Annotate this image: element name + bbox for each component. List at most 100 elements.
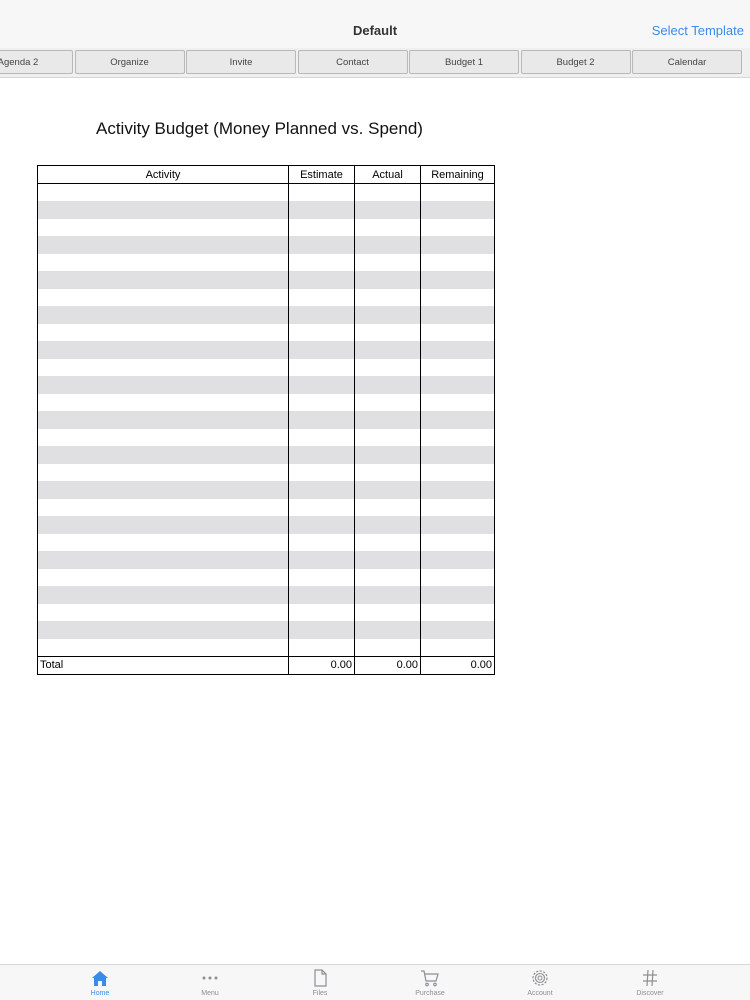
- estimate-cell[interactable]: [288, 376, 355, 394]
- actual-cell[interactable]: [354, 201, 421, 219]
- remaining-cell[interactable]: [420, 271, 495, 289]
- tab-budget-1[interactable]: Budget 1: [409, 50, 519, 74]
- actual-cell[interactable]: [354, 183, 421, 201]
- tab-files[interactable]: Files: [290, 968, 350, 997]
- activity-cell[interactable]: [37, 218, 289, 236]
- estimate-cell[interactable]: [288, 393, 355, 411]
- activity-cell[interactable]: [37, 533, 289, 551]
- activity-cell[interactable]: [37, 323, 289, 341]
- tab-menu[interactable]: Menu: [180, 968, 240, 997]
- tab-organize[interactable]: Organize: [74, 50, 185, 74]
- activity-cell[interactable]: [37, 603, 289, 621]
- remaining-cell[interactable]: [420, 341, 495, 359]
- actual-cell[interactable]: [354, 428, 421, 446]
- estimate-cell[interactable]: [288, 358, 355, 376]
- estimate-cell[interactable]: [288, 271, 355, 289]
- activity-cell[interactable]: [37, 183, 289, 201]
- activity-cell[interactable]: [37, 253, 289, 271]
- remaining-cell[interactable]: [420, 551, 495, 569]
- activity-cell[interactable]: [37, 358, 289, 376]
- remaining-cell[interactable]: [420, 533, 495, 551]
- actual-cell[interactable]: [354, 376, 421, 394]
- actual-cell[interactable]: [354, 218, 421, 236]
- activity-cell[interactable]: [37, 341, 289, 359]
- activity-cell[interactable]: [37, 411, 289, 429]
- activity-cell[interactable]: [37, 463, 289, 481]
- estimate-cell[interactable]: [288, 463, 355, 481]
- remaining-cell[interactable]: [420, 218, 495, 236]
- remaining-cell[interactable]: [420, 376, 495, 394]
- tab-account[interactable]: Account: [510, 968, 570, 997]
- remaining-cell[interactable]: [420, 201, 495, 219]
- template-tab-strip[interactable]: Agenda 2 Organize Invite Contact Budget …: [0, 48, 750, 78]
- actual-cell[interactable]: [354, 358, 421, 376]
- actual-cell[interactable]: [354, 638, 421, 656]
- activity-cell[interactable]: [37, 586, 289, 604]
- estimate-cell[interactable]: [288, 551, 355, 569]
- remaining-cell[interactable]: [420, 323, 495, 341]
- activity-cell[interactable]: [37, 288, 289, 306]
- estimate-cell[interactable]: [288, 253, 355, 271]
- actual-cell[interactable]: [354, 288, 421, 306]
- actual-cell[interactable]: [354, 621, 421, 639]
- activity-cell[interactable]: [37, 393, 289, 411]
- remaining-cell[interactable]: [420, 463, 495, 481]
- remaining-cell[interactable]: [420, 236, 495, 254]
- activity-cell[interactable]: [37, 201, 289, 219]
- actual-cell[interactable]: [354, 236, 421, 254]
- activity-cell[interactable]: [37, 428, 289, 446]
- actual-cell[interactable]: [354, 411, 421, 429]
- actual-cell[interactable]: [354, 586, 421, 604]
- estimate-cell[interactable]: [288, 568, 355, 586]
- actual-cell[interactable]: [354, 393, 421, 411]
- tab-budget-2[interactable]: Budget 2: [520, 50, 631, 74]
- remaining-cell[interactable]: [420, 183, 495, 201]
- actual-cell[interactable]: [354, 341, 421, 359]
- estimate-cell[interactable]: [288, 236, 355, 254]
- actual-cell[interactable]: [354, 498, 421, 516]
- actual-cell[interactable]: [354, 323, 421, 341]
- tab-agenda-2[interactable]: Agenda 2: [0, 50, 73, 74]
- remaining-cell[interactable]: [420, 393, 495, 411]
- activity-cell[interactable]: [37, 498, 289, 516]
- estimate-cell[interactable]: [288, 516, 355, 534]
- activity-cell[interactable]: [37, 481, 289, 499]
- estimate-cell[interactable]: [288, 533, 355, 551]
- activity-cell[interactable]: [37, 638, 289, 656]
- activity-cell[interactable]: [37, 551, 289, 569]
- remaining-cell[interactable]: [420, 446, 495, 464]
- tab-home[interactable]: Home: [70, 968, 130, 997]
- tab-calendar[interactable]: Calendar: [632, 50, 742, 74]
- remaining-cell[interactable]: [420, 306, 495, 324]
- estimate-cell[interactable]: [288, 428, 355, 446]
- estimate-cell[interactable]: [288, 341, 355, 359]
- actual-cell[interactable]: [354, 463, 421, 481]
- estimate-cell[interactable]: [288, 446, 355, 464]
- activity-cell[interactable]: [37, 236, 289, 254]
- estimate-cell[interactable]: [288, 621, 355, 639]
- remaining-cell[interactable]: [420, 603, 495, 621]
- tab-contact[interactable]: Contact: [297, 50, 408, 74]
- estimate-cell[interactable]: [288, 306, 355, 324]
- remaining-cell[interactable]: [420, 288, 495, 306]
- actual-cell[interactable]: [354, 568, 421, 586]
- tab-invite[interactable]: Invite: [186, 50, 296, 74]
- activity-cell[interactable]: [37, 446, 289, 464]
- estimate-cell[interactable]: [288, 411, 355, 429]
- estimate-cell[interactable]: [288, 481, 355, 499]
- actual-cell[interactable]: [354, 516, 421, 534]
- activity-cell[interactable]: [37, 376, 289, 394]
- estimate-cell[interactable]: [288, 218, 355, 236]
- tab-purchase[interactable]: Purchase: [400, 968, 460, 997]
- tab-discover[interactable]: Discover: [620, 968, 680, 997]
- remaining-cell[interactable]: [420, 428, 495, 446]
- activity-cell[interactable]: [37, 306, 289, 324]
- remaining-cell[interactable]: [420, 358, 495, 376]
- remaining-cell[interactable]: [420, 586, 495, 604]
- actual-cell[interactable]: [354, 603, 421, 621]
- activity-cell[interactable]: [37, 271, 289, 289]
- estimate-cell[interactable]: [288, 603, 355, 621]
- remaining-cell[interactable]: [420, 568, 495, 586]
- actual-cell[interactable]: [354, 271, 421, 289]
- remaining-cell[interactable]: [420, 638, 495, 656]
